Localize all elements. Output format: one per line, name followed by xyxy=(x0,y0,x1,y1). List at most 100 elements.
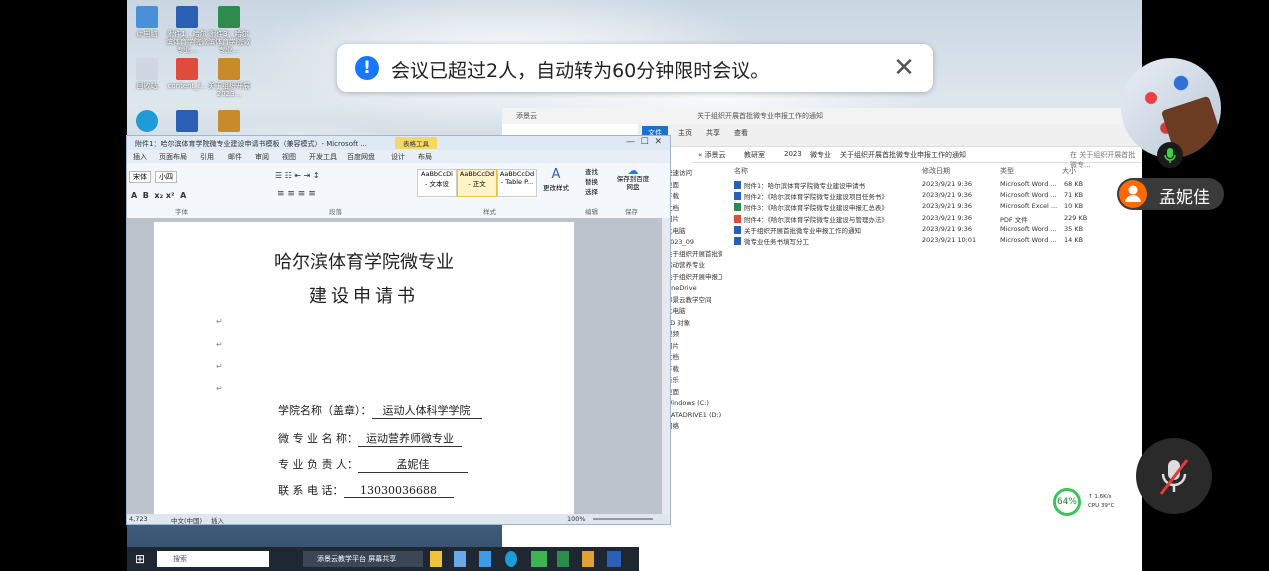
nav-item[interactable]: 关于组织开展首批微 xyxy=(666,249,722,261)
tab-layout[interactable]: 页面布局 xyxy=(159,152,187,162)
nav-item[interactable]: 网络 xyxy=(666,421,722,433)
nav-item[interactable]: DATADRIVE1 (D:) xyxy=(666,410,722,422)
tab-view[interactable]: 查看 xyxy=(728,126,754,140)
word-file-icon xyxy=(176,6,198,28)
mute-button[interactable] xyxy=(1136,438,1212,514)
nav-item[interactable]: 2023_09 xyxy=(666,237,722,249)
file-row[interactable]: 附件2：《哈尔滨体育学院微专业建设项目任务书》 2023/9/21 9:36 Mic… xyxy=(732,191,1142,202)
column-name[interactable]: 名称 xyxy=(734,166,748,176)
folder-icon[interactable] xyxy=(430,551,442,567)
zoom-slider[interactable] xyxy=(593,518,653,520)
participant-name-chip[interactable]: 孟妮佳 xyxy=(1117,178,1224,210)
file-row[interactable]: 关于组织开展首批微专业申报工作的通知 2023/9/21 9:36 Microsof… xyxy=(732,225,1142,236)
tab-developer[interactable]: 开发工具 xyxy=(309,152,337,162)
tab-insert[interactable]: 插入 xyxy=(133,152,147,162)
file-type: Microsoft Excel ... xyxy=(1000,202,1058,211)
app-icon[interactable] xyxy=(454,551,466,567)
breadcrumb-item[interactable]: 2023 xyxy=(784,150,802,158)
field-college-value[interactable]: 运动人体科学学院 xyxy=(371,402,482,419)
nav-item[interactable]: 3D 对象 xyxy=(666,318,722,330)
select-button[interactable]: 选择 xyxy=(585,187,598,197)
edge-icon[interactable] xyxy=(505,551,517,567)
nav-item[interactable]: 关于组织开展申报工作的 xyxy=(666,272,722,284)
desktop-icon-archive[interactable]: 关于组织开展2023... xyxy=(207,58,251,98)
nav-item[interactable]: OneDrive xyxy=(666,283,722,295)
nav-item[interactable]: 此电脑 xyxy=(666,306,722,318)
font-size-select[interactable]: 小四 xyxy=(155,171,177,183)
desktop-icon-word-1[interactable]: 附件1：哈尔滨体育学院微专业... xyxy=(165,6,209,54)
app-icon[interactable] xyxy=(582,551,594,567)
desktop-icon-archive-2[interactable] xyxy=(207,110,251,134)
taskbar-search[interactable]: 搜索 xyxy=(157,551,269,567)
wechat-icon[interactable] xyxy=(531,551,547,567)
nav-item[interactable]: 快速访问 xyxy=(666,168,722,180)
nav-item[interactable]: 视频 xyxy=(666,329,722,341)
nav-item[interactable]: 此电脑 xyxy=(666,226,722,238)
vertical-scrollbar[interactable] xyxy=(662,218,670,514)
tab-baidu[interactable]: 百度网盘 xyxy=(347,152,375,162)
field-micro-major-value[interactable]: 运动营养师微专业 xyxy=(358,430,462,447)
column-date[interactable]: 修改日期 xyxy=(922,166,950,176)
nav-item[interactable]: 运动营养专业 xyxy=(666,260,722,272)
tab-home[interactable]: 主页 xyxy=(672,126,698,140)
performance-widget[interactable]: 64% ↑ 1.6K/s CPU 39°C xyxy=(1053,488,1133,518)
tab-share[interactable]: 共享 xyxy=(700,126,726,140)
zoom-level[interactable]: 100% xyxy=(567,515,586,523)
file-row[interactable]: 微专业任务书填写分工 2023/9/21 10:01 Microsoft Word … xyxy=(732,236,1142,247)
tab-mailings[interactable]: 邮件 xyxy=(228,152,242,162)
nav-item[interactable]: 图片 xyxy=(666,214,722,226)
nav-item[interactable]: 文档 xyxy=(666,352,722,364)
tab-review[interactable]: 审阅 xyxy=(255,152,269,162)
address-bar[interactable]: « 添景云 教研室 2023 微专业 关于组织开展首批微专业申报工作的通知 在 … xyxy=(692,146,1142,169)
nav-item[interactable]: 下载 xyxy=(666,191,722,203)
nav-item[interactable]: Windows (C:) xyxy=(666,398,722,410)
nav-item[interactable]: 音乐 xyxy=(666,375,722,387)
save-to-baidu-button[interactable]: ☁ 保存到百度网盘 xyxy=(615,165,651,191)
align-buttons[interactable]: ≡ ≡ ≡ ≡ xyxy=(277,189,316,199)
file-row[interactable]: 附件4：《哈尔滨体育学院微专业建设与管理办法》 2023/9/21 9:36 PDF… xyxy=(732,214,1142,225)
excel-icon[interactable] xyxy=(557,551,569,567)
window-controls[interactable]: — ☐ ✕ xyxy=(626,137,662,147)
nav-item[interactable]: 桌面 xyxy=(666,387,722,399)
find-button[interactable]: 查找 xyxy=(585,167,598,177)
app-icon[interactable] xyxy=(479,551,491,567)
file-row[interactable]: 附件1：哈尔滨体育学院微专业建设申请书 2023/9/21 9:36 Microso… xyxy=(732,180,1142,191)
desktop-icon-edge[interactable] xyxy=(127,110,169,134)
tab-view[interactable]: 视图 xyxy=(282,152,296,162)
close-icon[interactable]: ✕ xyxy=(890,52,918,84)
field-phone-value[interactable]: 13030036688 xyxy=(343,484,454,498)
column-size[interactable]: 大小 xyxy=(1062,166,1076,176)
field-leader-value[interactable]: 孟妮佳 xyxy=(358,456,468,473)
replace-button[interactable]: 替换 xyxy=(585,177,598,187)
desktop-icon-pdf[interactable]: content_f... xyxy=(165,58,209,90)
tab-design[interactable]: 设计 xyxy=(391,152,405,162)
font-name-select[interactable]: 宋体 xyxy=(129,171,151,183)
nav-item[interactable]: 桌面 xyxy=(666,180,722,192)
format-buttons[interactable]: A B x₂ x² A xyxy=(131,191,186,200)
file-row[interactable]: 附件3：《哈尔滨体育学院微专业建设申报汇总表》 2023/9/21 9:36 Mic… xyxy=(732,202,1142,213)
nav-item[interactable]: 下载 xyxy=(666,364,722,376)
nav-item[interactable]: 文档 xyxy=(666,203,722,215)
style-table-para[interactable]: AaBbCcDd - Table P... xyxy=(497,169,537,197)
tab-table-layout[interactable]: 布局 xyxy=(418,152,432,162)
nav-item[interactable]: 添景云教学空间 xyxy=(666,295,722,307)
tab-references[interactable]: 引用 xyxy=(200,152,214,162)
style-normal-text[interactable]: AaBbCcDi - 文本设 xyxy=(417,169,457,197)
column-type[interactable]: 类型 xyxy=(1000,166,1014,176)
breadcrumb-item[interactable]: « 添景云 xyxy=(698,150,726,160)
desktop-icon-recycle-bin[interactable]: 回收站 xyxy=(127,58,169,90)
word-icon[interactable] xyxy=(607,551,621,567)
desktop-icon-this-pc[interactable]: 此电脑 xyxy=(127,6,169,38)
list-buttons[interactable]: ☰ ☷ ⇤ ⇥ ↕ xyxy=(275,171,320,180)
desktop-icon-excel-1[interactable]: 附件3：哈尔滨体育学院微专业... xyxy=(207,6,251,54)
style-body[interactable]: AaBbCcDd - 正文 xyxy=(457,169,497,197)
nav-item[interactable]: 图片 xyxy=(666,341,722,353)
desktop-icon-word-2[interactable] xyxy=(165,110,209,134)
breadcrumb-item[interactable]: 教研室 xyxy=(744,150,765,160)
windows-start-icon[interactable]: ⊞ xyxy=(135,551,149,567)
breadcrumb-item[interactable]: 关于组织开展首批微专业申报工作的通知 xyxy=(840,150,966,160)
change-styles-button[interactable]: A 更改样式 xyxy=(543,167,569,192)
breadcrumb-item[interactable]: 微专业 xyxy=(810,150,831,160)
taskbar-screen-share[interactable]: 添景云教学平台 屏幕共享 xyxy=(303,551,423,567)
document-page[interactable]: 哈尔滨体育学院微专业 建设申请书 ↵ ↵ ↵ ↵ 学院名称（盖章）： 运动人体科学… xyxy=(154,222,574,514)
